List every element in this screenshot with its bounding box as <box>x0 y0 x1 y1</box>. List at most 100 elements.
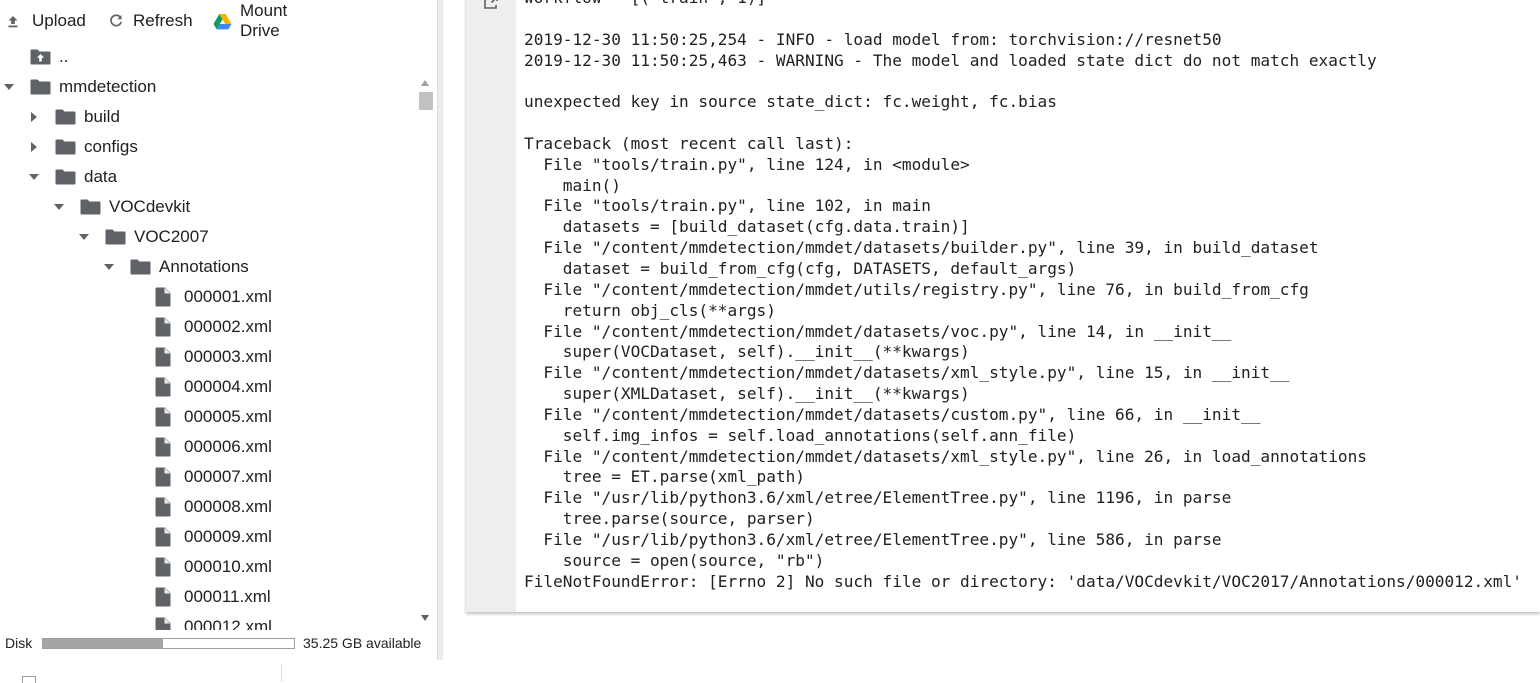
file-icon <box>155 467 171 487</box>
scroll-up-arrow-icon[interactable] <box>421 80 429 86</box>
file-tree-file[interactable]: 000004.xml <box>0 372 415 402</box>
caret-down-icon[interactable] <box>79 232 89 242</box>
output-line: tree = ET.parse(xml_path) <box>524 467 805 487</box>
file-tree-label: 000010.xml <box>184 557 272 576</box>
refresh-icon <box>107 12 125 30</box>
caret-down-icon[interactable] <box>4 82 14 92</box>
panel-resize-handle[interactable] <box>437 0 443 660</box>
output-line: super(VOCDataset, self).__init__(**kwarg… <box>524 342 970 362</box>
refresh-label: Refresh <box>133 11 193 30</box>
mount-drive-label: Mount Drive <box>240 1 288 40</box>
mount-drive-button[interactable]: Mount Drive <box>213 1 288 40</box>
file-tree-label: 000002.xml <box>184 317 272 336</box>
file-tree-file[interactable]: 000012.xml <box>0 612 415 630</box>
file-icon <box>155 497 171 517</box>
caret-down-icon[interactable] <box>54 202 64 212</box>
file-tree: .. mmdetection build configs data VOCdevkit VO… <box>0 42 415 630</box>
scroll-down-arrow-icon[interactable] <box>421 615 429 621</box>
file-tree-folder[interactable]: .. <box>0 42 415 72</box>
parent-folder-icon <box>30 49 51 65</box>
file-tree-folder[interactable]: data <box>0 162 415 192</box>
file-tree-label: mmdetection <box>59 77 157 96</box>
disk-usage-fill <box>43 639 164 648</box>
file-tree-folder[interactable]: configs <box>0 132 415 162</box>
file-tree-file[interactable]: 000005.xml <box>0 402 415 432</box>
scroll-thumb[interactable] <box>419 92 433 110</box>
output-line: workflow = [('train', 1)] <box>524 0 1522 9</box>
upload-button[interactable]: Upload <box>6 10 86 32</box>
file-icon <box>155 287 171 307</box>
file-icon <box>155 437 171 457</box>
disk-available: 35.25 GB available <box>303 635 422 651</box>
file-tree-file[interactable]: 000007.xml <box>0 462 415 492</box>
google-drive-icon <box>213 12 232 30</box>
output-line: main() <box>524 175 621 195</box>
file-tree-file[interactable]: 000006.xml <box>0 432 415 462</box>
file-tree-folder[interactable]: build <box>0 102 415 132</box>
disk-label: Disk <box>5 635 33 651</box>
file-icon <box>155 527 171 547</box>
folder-icon <box>130 259 151 275</box>
file-tree-file[interactable]: 000008.xml <box>0 492 415 522</box>
output-actions-icon[interactable] <box>484 0 500 9</box>
file-icon <box>155 557 171 577</box>
file-tree-label: 000004.xml <box>184 377 272 396</box>
upload-label: Upload <box>32 11 86 30</box>
caret-down-icon[interactable] <box>104 262 114 272</box>
output-line: File "/content/mmdetection/mmdet/dataset… <box>524 238 1319 258</box>
file-icon <box>155 407 171 427</box>
file-icon <box>155 587 171 607</box>
file-tree-label: 000001.xml <box>184 287 272 306</box>
output-line: File "/content/mmdetection/mmdet/dataset… <box>524 446 1367 466</box>
output-line: File "/content/mmdetection/mmdet/utils/r… <box>524 279 1309 299</box>
upload-icon <box>6 12 20 30</box>
output-line: File "/content/mmdetection/mmdet/dataset… <box>524 363 1290 383</box>
file-tree-label: .. <box>59 47 69 66</box>
output-line: File "/content/mmdetection/mmdet/dataset… <box>524 404 1261 424</box>
output-text: workflow = [('train', 1)] 2019-12-30 11:… <box>524 0 1522 592</box>
file-tree-label: 000012.xml <box>184 617 272 630</box>
file-icon <box>155 617 171 630</box>
folder-icon <box>30 79 51 95</box>
file-tree-file[interactable]: 000002.xml <box>0 312 415 342</box>
caret-down-icon[interactable] <box>29 172 39 182</box>
file-tree-folder[interactable]: mmdetection <box>0 72 415 102</box>
disk-usage: Disk 35.25 GB available <box>0 632 437 656</box>
output-line: File "tools/train.py", line 124, in <mod… <box>524 154 970 174</box>
file-tree-folder[interactable]: VOC2007 <box>0 222 415 252</box>
output-line: unexpected key in source state_dict: fc.… <box>524 92 1057 112</box>
file-tree-file[interactable]: 000009.xml <box>0 522 415 552</box>
file-tree-label: 000005.xml <box>184 407 272 426</box>
caret-right-icon[interactable] <box>29 112 39 122</box>
output-line: File "/usr/lib/python3.6/xml/etree/Eleme… <box>524 488 1232 508</box>
caret-right-icon[interactable] <box>29 142 39 152</box>
file-tree-label: data <box>84 167 118 186</box>
folder-icon <box>105 229 126 245</box>
output-line: dataset = build_from_cfg(cfg, DATASETS, … <box>524 258 1077 278</box>
file-tree-folder[interactable]: VOCdevkit <box>0 192 415 222</box>
file-tree-file[interactable]: 000003.xml <box>0 342 415 372</box>
files-panel: Upload Refresh Mount Drive .. mmdetection… <box>0 0 437 682</box>
output-line: datasets = [build_dataset(cfg.data.train… <box>524 217 970 237</box>
file-tree-folder[interactable]: Annotations <box>0 252 415 282</box>
folder-icon <box>80 199 101 215</box>
file-tree-label: 000007.xml <box>184 467 272 486</box>
file-tree-label: 000009.xml <box>184 527 272 546</box>
folder-icon <box>55 169 76 185</box>
refresh-button[interactable]: Refresh <box>107 10 193 32</box>
file-tree-file[interactable]: 000011.xml <box>0 582 415 612</box>
file-tree-file[interactable]: 000010.xml <box>0 552 415 582</box>
output-line: 2019-12-30 11:50:25,254 - INFO - load mo… <box>524 29 1222 49</box>
disk-usage-bar <box>42 638 295 649</box>
bottom-divider <box>281 664 282 682</box>
file-tree-label: build <box>84 107 120 126</box>
file-tree-label: configs <box>84 137 138 156</box>
output-line: 2019-12-30 11:50:25,463 - WARNING - The … <box>524 50 1377 70</box>
file-tree-file[interactable]: 000001.xml <box>0 282 415 312</box>
output-gutter <box>466 0 516 612</box>
file-tree-scrollbar[interactable] <box>417 76 435 628</box>
file-icon <box>155 317 171 337</box>
